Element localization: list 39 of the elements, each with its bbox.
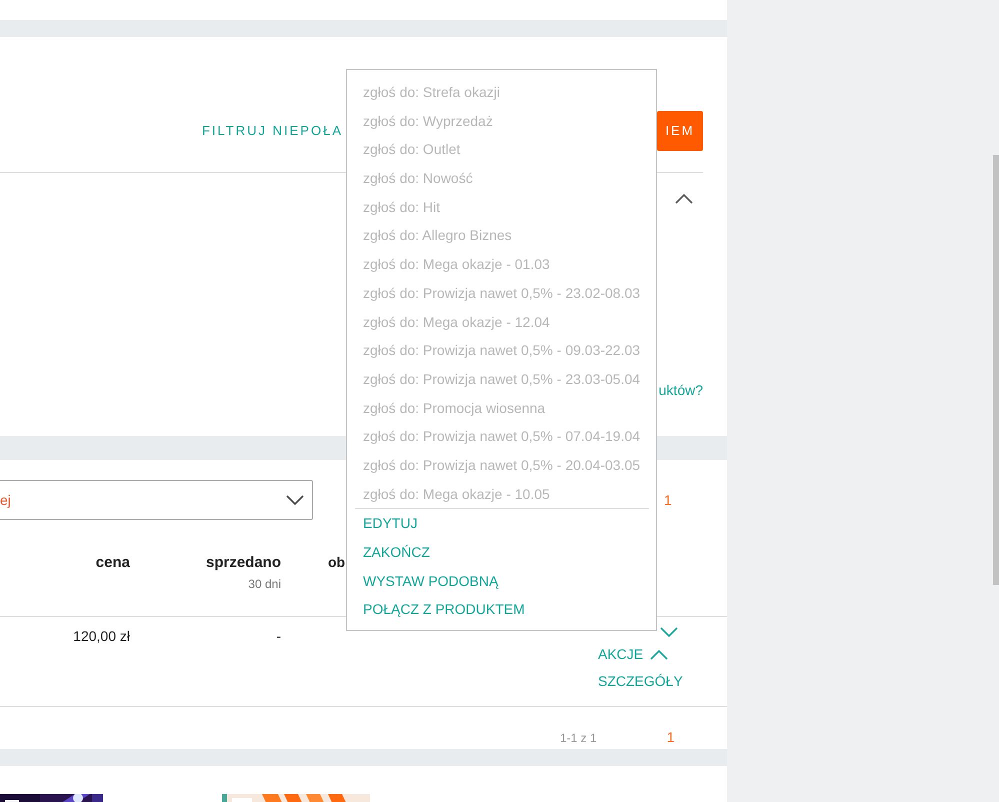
menu-item: zgłoś do: Mega okazje - 12.04 bbox=[362, 312, 551, 332]
menu-item[interactable]: POŁĄCZ Z PRODUKTEM bbox=[355, 595, 649, 624]
page-number[interactable]: 1 bbox=[664, 490, 672, 510]
menu-item: zgłoś do: Prowizja nawet 0,5% - 23.02-08.03 bbox=[362, 284, 642, 303]
menu-item[interactable]: EDYTUJ bbox=[355, 509, 649, 538]
menu-item: zgłoś do: Promocja wiosenna bbox=[362, 398, 546, 418]
menu-item: zgłoś do: Strefa okazji bbox=[362, 83, 501, 102]
menu-item: zgłoś do: Prowizja nawet 0,5% - 23.03-05.04 bbox=[362, 370, 642, 389]
details-link[interactable]: SZCZEGÓŁY bbox=[598, 671, 683, 692]
page-number[interactable]: 1 bbox=[666, 727, 674, 748]
price-cell-text: 120,00 zł bbox=[72, 627, 130, 646]
caret-icon[interactable] bbox=[286, 494, 304, 506]
menu-item: zgłoś do: Allegro Biznes bbox=[362, 226, 513, 246]
column-header: cena bbox=[94, 553, 130, 573]
menu-item: zgłoś do: Outlet bbox=[362, 140, 462, 160]
menu-item: zgłoś do: Hit bbox=[362, 198, 442, 217]
column-header: sprzedano bbox=[204, 553, 281, 573]
range-text: 1-1 z 1 bbox=[560, 730, 597, 746]
filter-link[interactable]: FILTRUJ NIEPOŁA bbox=[202, 121, 343, 141]
column-header: ob bbox=[328, 553, 346, 572]
menu-item: zgłoś do: Prowizja nawet 0,5% - 20.04-03.05 bbox=[362, 456, 642, 475]
menu-item: zgłoś do: Wyprzedaż bbox=[362, 112, 494, 131]
expand-icon[interactable] bbox=[660, 626, 678, 638]
chevron-icon[interactable] bbox=[650, 648, 668, 660]
menu-item: zgłoś do: Prowizja nawet 0,5% - 09.03-22.03 bbox=[362, 341, 642, 360]
actions-link[interactable]: AKCJE bbox=[598, 644, 644, 665]
help-link[interactable]: uktów? bbox=[658, 380, 703, 401]
menu-item[interactable]: ZAKOŃCZ bbox=[355, 538, 649, 567]
menu-item: zgłoś do: Nowość bbox=[362, 169, 474, 188]
sort-select[interactable]: ej bbox=[0, 480, 313, 520]
menu-item: zgłoś do: Prowizja nawet 0,5% - 07.04-19.04 bbox=[362, 427, 642, 446]
collapse-icon[interactable] bbox=[675, 193, 693, 205]
menu-item[interactable]: WYSTAW PODOBNĄ bbox=[355, 566, 649, 596]
column-subheader: 30 dni bbox=[247, 576, 281, 592]
sold-cell-text: - bbox=[275, 627, 281, 646]
scrollbar-thumb[interactable] bbox=[993, 155, 999, 585]
menu-item: zgłoś do: Mega okazje - 01.03 bbox=[362, 255, 551, 274]
primary-button[interactable]: IEM bbox=[657, 111, 703, 151]
menu-item: zgłoś do: Mega okazje - 10.05 bbox=[362, 484, 551, 504]
